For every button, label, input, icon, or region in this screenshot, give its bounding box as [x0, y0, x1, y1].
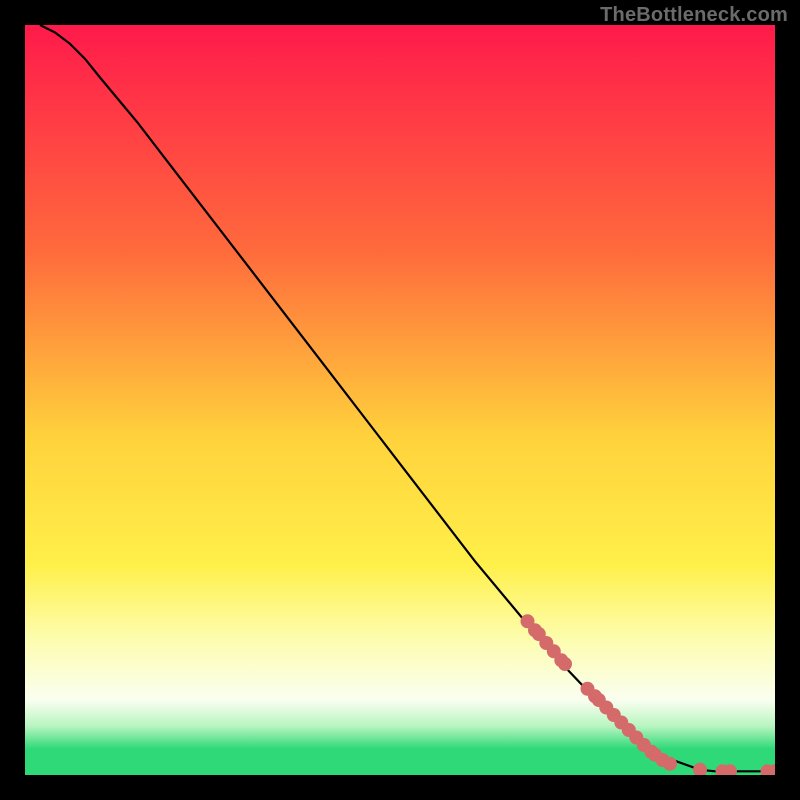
watermark-text: TheBottleneck.com [600, 4, 788, 27]
gradient-background [25, 25, 775, 775]
scatter-dot [663, 757, 677, 771]
chart-stage: TheBottleneck.com [0, 0, 800, 800]
scatter-dot [558, 657, 572, 671]
chart-plot [25, 25, 775, 775]
